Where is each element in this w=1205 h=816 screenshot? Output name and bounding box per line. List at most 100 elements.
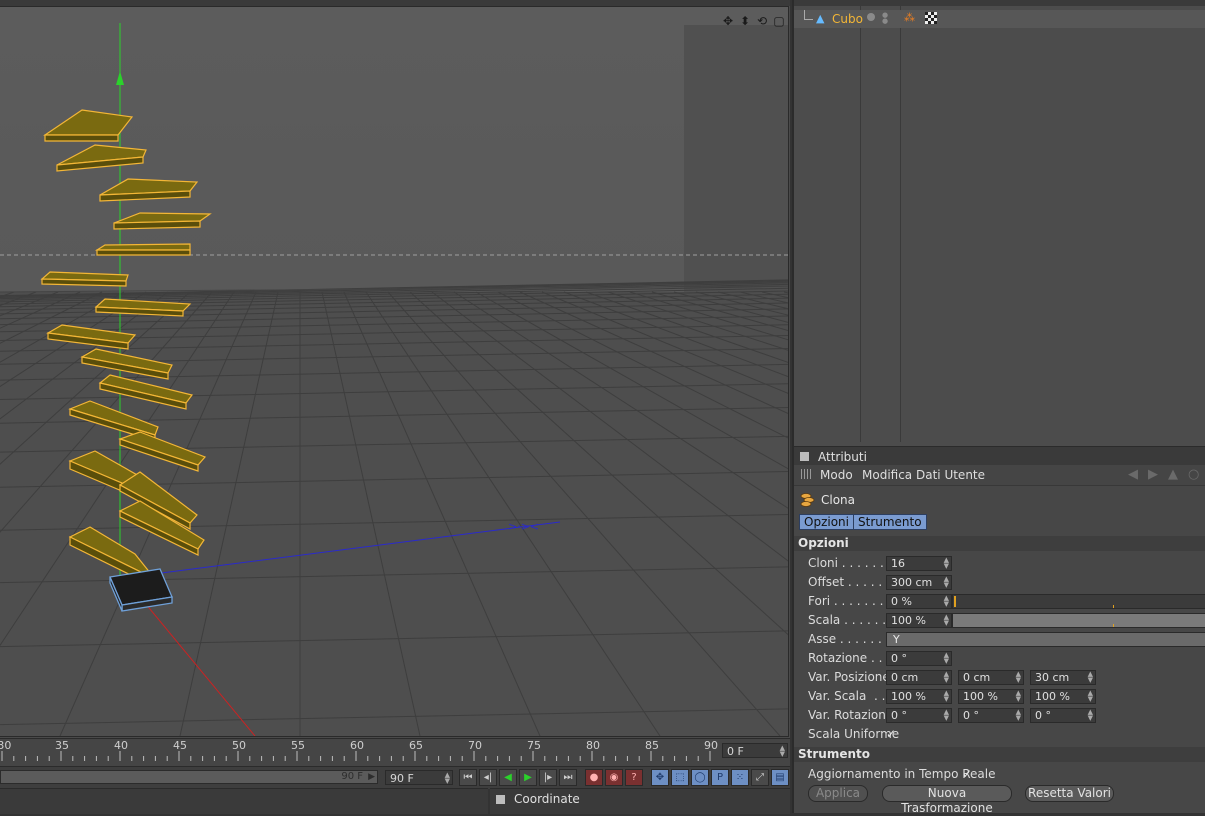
spinner-icon[interactable]: ▲ ▼ (1088, 671, 1093, 684)
menu-modifica[interactable]: Modifica (862, 468, 912, 482)
spinner-icon[interactable]: ▲ ▼ (944, 614, 949, 627)
spinner-icon[interactable]: ▲ ▼ (944, 557, 949, 570)
go-to-start-icon[interactable]: ⏮ (459, 769, 477, 786)
forward-arrow-icon[interactable]: ▶ (1148, 467, 1158, 482)
spinner-icon[interactable]: ▲ ▼ (780, 745, 785, 758)
var-rotazione-y-field[interactable]: 0 ° ▲ ▼ (958, 708, 1024, 723)
object-manager[interactable]: ▲ Cubo ● ● ⁂ (792, 0, 1205, 446)
cloner-tag-icon[interactable]: ⁂ (904, 11, 915, 24)
fori-value: 0 % (891, 595, 912, 608)
go-to-end-icon[interactable]: ⏭ (559, 769, 577, 786)
interpolation-icon[interactable]: ⤢ (751, 769, 769, 786)
clone-slab-side[interactable] (96, 249, 191, 256)
var-rotazione-x-field[interactable]: 0 ° ▲ ▼ (886, 708, 952, 723)
var-posizione-y-field[interactable]: 0 cm ▲ ▼ (958, 670, 1024, 685)
new-transform-button[interactable]: Nuova Trasformazione (882, 785, 1012, 815)
spinner-icon[interactable]: ▲ ▼ (944, 576, 949, 589)
var-scala-z-field[interactable]: 100 % ▲ ▼ (1030, 689, 1096, 704)
key-parameter-icon[interactable]: P (711, 769, 729, 786)
var-posizione-z-field[interactable]: 30 cm ▲ ▼ (1030, 670, 1096, 685)
menu-dati-utente[interactable]: Dati Utente (916, 468, 985, 482)
spinner-icon[interactable]: ▲ ▼ (1016, 671, 1021, 684)
keyframe-help-icon[interactable]: ? (625, 769, 643, 786)
var-rotazione-z-value: 0 ° (1035, 709, 1051, 722)
render-visibility-dot[interactable]: ● ● (882, 12, 888, 25)
current-frame-field[interactable]: 0 F ▲ ▼ (722, 743, 788, 758)
record-icon[interactable]: ● (585, 769, 603, 786)
key-rotation-icon[interactable]: ◯ (691, 769, 709, 786)
next-key-icon[interactable]: |▸ (539, 769, 557, 786)
reset-values-button[interactable]: Resetta Valori (1025, 785, 1114, 802)
play-backward-icon[interactable]: ◀ (499, 769, 517, 786)
maximize-view-icon[interactable]: ▢ (772, 14, 786, 28)
offset-field[interactable]: 300 cm ▲ ▼ (886, 575, 952, 590)
zoom-view-icon[interactable]: ⬍ (738, 14, 752, 28)
fori-field[interactable]: 0 % ▲ ▼ (886, 594, 952, 609)
scheme-icon[interactable]: ▤ (771, 769, 789, 786)
panel-menu-icon[interactable] (496, 795, 505, 804)
var-posizione-x-field[interactable]: 0 cm ▲ ▼ (886, 670, 952, 685)
grip-icon[interactable] (801, 469, 811, 479)
spinner-icon[interactable]: ▲ ▼ (1088, 709, 1093, 722)
play-forward-icon[interactable]: ▶ (519, 769, 537, 786)
tab-opzioni[interactable]: Opzioni (799, 514, 854, 530)
spinner-icon[interactable]: ▲ ▼ (1088, 690, 1093, 703)
timeline-ruler[interactable]: 30 35 40 45 50 55 60 65 70 75 80 85 90 0 F ▲ ▼ (0, 738, 790, 767)
back-arrow-icon[interactable]: ◀ (1128, 467, 1138, 482)
end-frame-field[interactable]: 90 F ▲ ▼ (385, 770, 453, 785)
search-icon[interactable]: ○ (1188, 467, 1199, 482)
panel-menu-icon[interactable] (800, 452, 809, 461)
key-point-level-icon[interactable]: ⁙ (731, 769, 749, 786)
tab-strumento[interactable]: Strumento (853, 514, 927, 530)
spinner-icon[interactable]: ▲ ▼ (1016, 709, 1021, 722)
object-name[interactable]: Cubo (832, 12, 863, 26)
cloner-icon (800, 493, 815, 507)
object-row-cubo[interactable]: ▲ Cubo ● ● ⁂ (794, 10, 1205, 28)
var-scala-x-field[interactable]: 100 % ▲ ▼ (886, 689, 952, 704)
clone-slab-top[interactable] (94, 243, 191, 251)
spinner-icon[interactable]: ▲ ▼ (944, 652, 949, 665)
viewport-canvas[interactable]: >·>< ✥ ⬍ ⟲ ▢ (0, 6, 789, 737)
menu-modo[interactable]: Modo (820, 468, 853, 482)
material-panel (0, 788, 488, 814)
move-view-icon[interactable]: ✥ (721, 14, 735, 28)
fori-slider-thumb[interactable] (954, 596, 956, 607)
rotate-view-icon[interactable]: ⟲ (755, 14, 769, 28)
key-scale-icon[interactable]: ⬚ (671, 769, 689, 786)
range-end-arrow-icon[interactable]: ▶ (368, 771, 375, 783)
spinner-icon[interactable]: ▲ ▼ (944, 671, 949, 684)
up-arrow-icon[interactable]: ▲ (1168, 467, 1178, 482)
clone-slab-side[interactable] (113, 220, 201, 230)
frame-range-slider[interactable]: 90 F ▶ (0, 770, 378, 784)
asse-dropdown[interactable]: Y (886, 632, 1205, 647)
viewport-scene[interactable]: >·>< (0, 7, 788, 736)
clone-slab-side[interactable] (44, 134, 119, 142)
var-scala-y-field[interactable]: 100 % ▲ ▼ (958, 689, 1024, 704)
spinner-icon[interactable]: ▲ ▼ (445, 772, 450, 785)
fori-slider[interactable] (952, 594, 1205, 609)
object-header: Clona (794, 490, 1205, 510)
timeline-tick-label: 85 (645, 739, 659, 752)
scala-field[interactable]: 100 % ▲ ▼ (886, 613, 952, 628)
spinner-icon[interactable]: ▲ ▼ (944, 595, 949, 608)
timeline-tick-label: 30 (0, 739, 12, 752)
apply-button[interactable]: Applica (808, 785, 868, 802)
autokey-icon[interactable]: ◉ (605, 769, 623, 786)
editor-visibility-dot[interactable] (867, 13, 875, 21)
previous-key-icon[interactable]: ◂| (479, 769, 497, 786)
var-posizione-x-value: 0 cm (891, 671, 919, 684)
scala-slider[interactable] (952, 613, 1205, 628)
attribute-panel-title: Attributi (818, 450, 867, 464)
viewport[interactable]: >·>< ✥ ⬍ ⟲ ▢ (0, 0, 790, 738)
spinner-icon[interactable]: ▲ ▼ (944, 690, 949, 703)
rotazione-field[interactable]: 0 ° ▲ ▼ (886, 651, 952, 666)
scala-uniforme-checkbox[interactable]: ✓ (886, 728, 898, 740)
realtime-update-checkbox[interactable]: ✓ (962, 768, 974, 780)
spinner-icon[interactable]: ▲ ▼ (1016, 690, 1021, 703)
cloni-field[interactable]: 16 ▲ ▼ (886, 556, 952, 571)
spinner-icon[interactable]: ▲ ▼ (944, 709, 949, 722)
material-tag-icon[interactable] (925, 12, 937, 24)
base-cube[interactable] (109, 568, 173, 612)
key-position-icon[interactable]: ✥ (651, 769, 669, 786)
var-rotazione-z-field[interactable]: 0 ° ▲ ▼ (1030, 708, 1096, 723)
